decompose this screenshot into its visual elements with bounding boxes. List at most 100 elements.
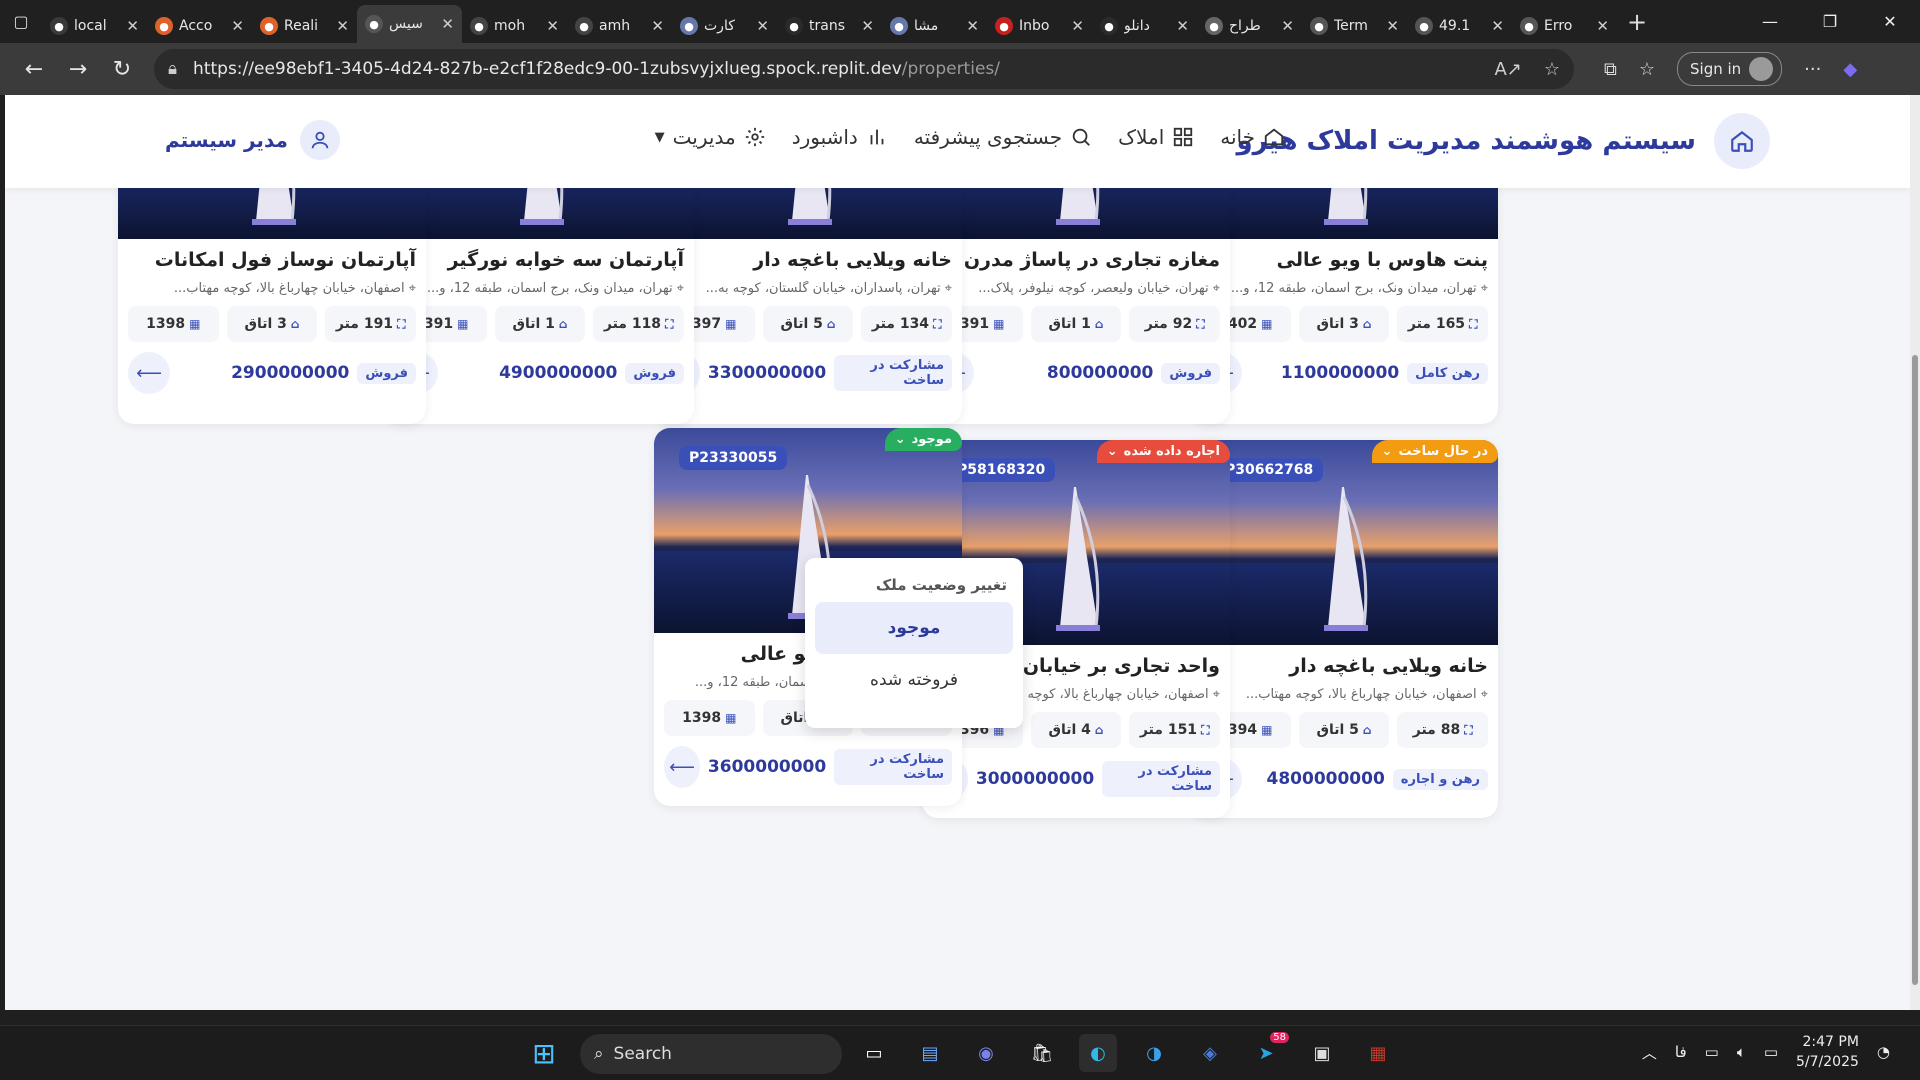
rooms-feature: ⌂1 اتاق xyxy=(494,306,586,342)
scrollbar-thumb[interactable] xyxy=(1912,355,1918,985)
area-feature: ⛶ 88 متر xyxy=(1397,712,1488,748)
browser-tab[interactable]: ● سیس ✕ xyxy=(357,5,462,43)
app-icon[interactable]: ◈ xyxy=(1191,1034,1229,1072)
location-icon: ⌖ xyxy=(408,281,416,296)
taskbar-search[interactable]: ⌕ Search xyxy=(580,1034,842,1074)
close-tab-icon[interactable]: ✕ xyxy=(336,17,349,35)
lock-icon[interactable]: 🔒︎ xyxy=(168,59,177,79)
page-scrollbar[interactable] xyxy=(1910,95,1920,1010)
sign-in-button[interactable]: Sign in xyxy=(1677,52,1783,86)
menu-item-dashboard[interactable]: داشبورد xyxy=(792,125,888,149)
close-window-icon[interactable]: ✕ xyxy=(1860,0,1920,43)
winrar-icon[interactable]: ▦ xyxy=(1359,1034,1397,1072)
browser-tab[interactable]: ● Acco ✕ xyxy=(147,9,252,43)
notification-badge: 58 xyxy=(1270,1032,1289,1043)
address-text: تهران، میدان ونک، برج آسمان، طبقه 12، و.… xyxy=(1230,281,1477,296)
close-tab-icon[interactable]: ✕ xyxy=(1281,17,1294,35)
close-tab-icon[interactable]: ✕ xyxy=(1071,17,1084,35)
browser-tab[interactable]: ● Inbo ✕ xyxy=(987,9,1092,43)
store-icon[interactable]: 🛍︎ xyxy=(1023,1034,1061,1072)
close-tab-icon[interactable]: ✕ xyxy=(126,17,139,35)
browser-tab[interactable]: ● Term ✕ xyxy=(1302,9,1407,43)
more-options-icon[interactable]: ··· xyxy=(1804,59,1821,80)
status-badge[interactable]: در حال ساخت ⌄ xyxy=(1371,440,1498,463)
home-icon xyxy=(1714,113,1770,169)
menu-item-advanced-search[interactable]: جستجوی پیشرفته xyxy=(914,125,1092,149)
status-option-sold[interactable]: فروخته شده xyxy=(815,654,1013,706)
browser-tab[interactable]: ● local ✕ xyxy=(42,9,147,43)
status-option-available[interactable]: موجود xyxy=(815,602,1013,654)
browser-tab[interactable]: ● moh ✕ xyxy=(462,9,567,43)
browser-tab[interactable]: ● کارت ✕ xyxy=(672,9,777,43)
minimize-icon[interactable]: — xyxy=(1740,0,1800,43)
chevron-up-icon[interactable]: ︿ xyxy=(1642,1042,1657,1063)
tab-actions-icon[interactable]: ▢ xyxy=(0,0,42,43)
browser-tab[interactable]: ● Erro ✕ xyxy=(1512,9,1617,43)
clock-time: 2:47 PM xyxy=(1802,1034,1859,1050)
read-aloud-icon[interactable]: A↗ xyxy=(1494,59,1521,80)
close-tab-icon[interactable]: ✕ xyxy=(966,17,979,35)
area-feature: ⛶ 118 متر xyxy=(593,306,684,342)
menu-item-home[interactable]: خانه xyxy=(1220,125,1285,149)
clock[interactable]: 2:47 PM 5/7/2025 xyxy=(1796,1032,1859,1072)
close-tab-icon[interactable]: ✕ xyxy=(651,17,664,35)
battery-icon[interactable]: ▭ xyxy=(1764,1043,1778,1061)
back-icon[interactable]: ← xyxy=(12,49,56,89)
refresh-icon[interactable]: ↻ xyxy=(100,49,144,89)
browser-tab[interactable]: ● 49.1 ✕ xyxy=(1407,9,1512,43)
browser-tab[interactable]: ● دانلو ✕ xyxy=(1092,9,1197,43)
menu-item-properties[interactable]: املاک xyxy=(1118,125,1194,149)
start-icon[interactable]: ⊞ xyxy=(525,1034,563,1072)
property-card[interactable]: P30662768 در حال ساخت ⌄ خانه ویلایی باغچه… xyxy=(1190,440,1498,818)
favicon-icon: ● xyxy=(470,17,488,35)
property-address: ⌖تهران، میدان ونک، برج آسمان، طبقه 12، و… xyxy=(1190,275,1498,296)
terminal-icon[interactable]: ▣ xyxy=(1303,1034,1341,1072)
close-tab-icon[interactable]: ✕ xyxy=(441,15,454,33)
status-badge[interactable]: اجاره داده شده ⌄ xyxy=(1096,440,1230,463)
calendar-icon: ▦ xyxy=(1261,723,1273,737)
volume-icon[interactable]: 🔈︎ xyxy=(1737,1043,1746,1061)
telegram-icon[interactable]: ➤ 58 xyxy=(1247,1032,1289,1072)
edge-icon[interactable]: ◐ xyxy=(1079,1034,1117,1072)
tab-label: Term xyxy=(1334,18,1368,34)
forward-icon[interactable]: → xyxy=(56,49,100,89)
edge-dev-icon[interactable]: ◑ xyxy=(1135,1034,1173,1072)
language-indicator[interactable]: فا xyxy=(1675,1043,1687,1061)
notification-icon[interactable]: ◔ xyxy=(1877,1043,1890,1061)
brand[interactable]: سیستم هوشمند مدیریت املاک هیرو xyxy=(1237,113,1770,169)
close-tab-icon[interactable]: ✕ xyxy=(756,17,769,35)
year-feature: ▦ 1398 xyxy=(127,306,219,342)
extensions-icon[interactable]: ⧉ xyxy=(1604,59,1617,80)
close-tab-icon[interactable]: ✕ xyxy=(546,17,559,35)
browser-tab[interactable]: ● Reali ✕ xyxy=(252,9,357,43)
browser-tab[interactable]: ● amh ✕ xyxy=(567,9,672,43)
view-details-button[interactable]: ⟵ xyxy=(128,352,170,394)
maximize-icon[interactable]: ❐ xyxy=(1800,0,1860,43)
browser-tab[interactable]: ● trans ✕ xyxy=(777,9,882,43)
widgets-icon[interactable]: ▤ xyxy=(911,1034,949,1072)
close-tab-icon[interactable]: ✕ xyxy=(1491,17,1504,35)
new-tab-button[interactable]: + xyxy=(1617,8,1657,36)
favorites-icon[interactable]: ☆ xyxy=(1639,59,1655,80)
url-field[interactable]: 🔒︎ https://ee98ebf1-3405-4d24-827b-e2cf1… xyxy=(154,49,1574,89)
view-details-button[interactable]: ⟵ xyxy=(664,746,700,788)
deal-type-badge: مشارکت در ساخت xyxy=(834,749,952,785)
menu-item-management[interactable]: مدیریت ▼ xyxy=(655,125,766,149)
teams-icon[interactable]: ◉ xyxy=(967,1034,1005,1072)
status-badge[interactable]: موجود ⌄ xyxy=(884,428,962,451)
price: 2900000000 xyxy=(231,363,350,383)
favorite-star-icon[interactable]: ☆ xyxy=(1544,59,1560,80)
close-tab-icon[interactable]: ✕ xyxy=(231,17,244,35)
close-tab-icon[interactable]: ✕ xyxy=(1176,17,1189,35)
expand-icon: ⛶ xyxy=(1469,316,1478,331)
user-menu[interactable]: مدیر سیستم xyxy=(165,120,340,160)
display-icon[interactable]: ▭ xyxy=(1705,1043,1719,1061)
close-tab-icon[interactable]: ✕ xyxy=(1386,17,1399,35)
browser-tab[interactable]: ● طراح ✕ xyxy=(1197,9,1302,43)
copilot-icon[interactable]: ◆ xyxy=(1843,59,1857,80)
close-tab-icon[interactable]: ✕ xyxy=(1596,17,1609,35)
browser-tab[interactable]: ● مشا ✕ xyxy=(882,9,987,43)
calendar-icon: ▦ xyxy=(1261,317,1273,331)
task-view-icon[interactable]: ▭ xyxy=(855,1034,893,1072)
close-tab-icon[interactable]: ✕ xyxy=(861,17,874,35)
